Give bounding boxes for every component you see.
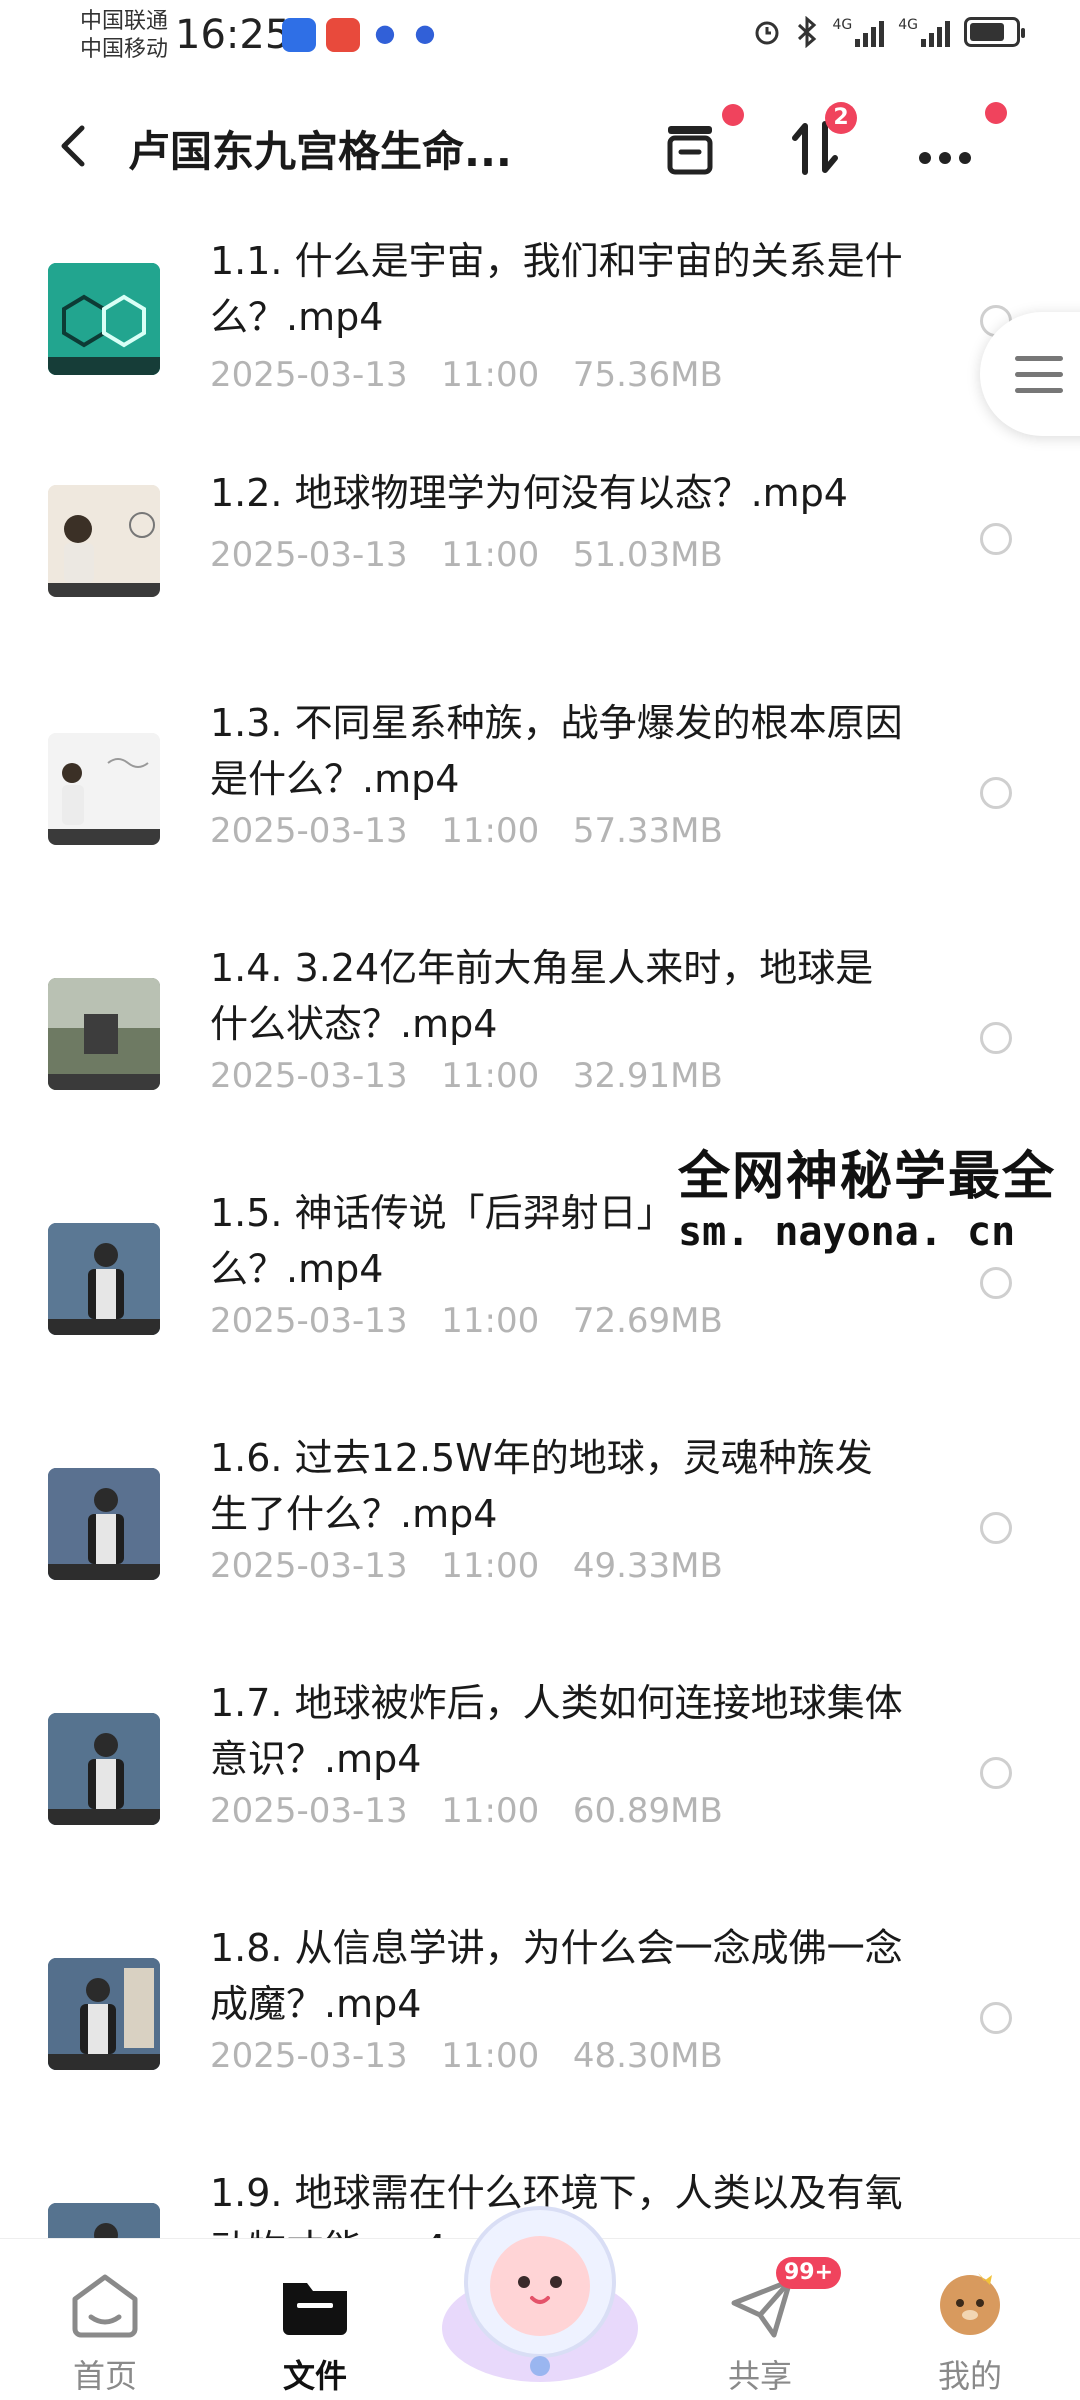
- select-radio[interactable]: [980, 1512, 1012, 1544]
- file-meta: 2025-03-13 11:00 75.36MB: [210, 355, 723, 395]
- app-header: 卢国东九宫格生命... 2: [0, 90, 1080, 200]
- nav-share[interactable]: 99+ 共享: [690, 2257, 842, 2395]
- video-thumbnail: [48, 263, 160, 375]
- signal-1-icon: 4G: [832, 17, 885, 47]
- carrier-info: 中国联通 中国移动: [80, 8, 168, 64]
- avatar-icon: [940, 2273, 1000, 2335]
- more-red-dot: [985, 102, 1007, 124]
- hexagon-logo-icon: [48, 263, 160, 375]
- video-thumbnail: [48, 1958, 160, 2070]
- nav-mine[interactable]: 我的: [900, 2259, 1040, 2395]
- file-meta: 2025-03-13 11:00 72.69MB: [210, 1301, 723, 1341]
- transfer-count-badge: 2: [825, 102, 857, 134]
- more-options-button[interactable]: [905, 102, 1007, 188]
- file-title: 1.3. 不同星系种族，战争爆发的根本原因是什么？.mp4: [210, 701, 903, 801]
- file-title: 1.8. 从信息学讲，为什么会一念成佛一念成魔？.mp4: [210, 1926, 903, 2026]
- select-radio[interactable]: [980, 1757, 1012, 1789]
- file-title: 1.2. 地球物理学为何没有以态？.mp4: [210, 471, 848, 515]
- select-radio[interactable]: [980, 1267, 1012, 1299]
- file-meta: 2025-03-13 11:00 57.33MB: [210, 811, 723, 851]
- file-meta: 2025-03-13 11:00 48.30MB: [210, 2036, 723, 2076]
- nav-home[interactable]: 首页: [35, 2259, 175, 2395]
- back-arrow-icon[interactable]: [50, 118, 100, 174]
- nav-home-label: 首页: [72, 2357, 137, 2395]
- mascot-assistant-icon[interactable]: [432, 2178, 648, 2388]
- archive-icon: [667, 126, 713, 175]
- folder-icon: [283, 2283, 347, 2335]
- file-title: 1.7. 地球被炸后，人类如何连接地球集体意识？.mp4: [210, 1681, 903, 1781]
- file-title: 1.1. 什么是宇宙，我们和宇宙的关系是什么？.mp4: [210, 239, 903, 339]
- carrier-2: 中国移动: [80, 37, 169, 62]
- file-meta: 2025-03-13 11:00 32.91MB: [210, 1056, 723, 1096]
- carrier-1: 中国联通: [80, 9, 169, 34]
- video-thumbnail: [48, 978, 160, 1090]
- notification-icons: ● ●: [282, 18, 440, 52]
- archive-red-dot: [722, 104, 744, 126]
- archive-button[interactable]: [650, 104, 744, 188]
- video-thumbnail: [48, 1713, 160, 1825]
- video-thumbnail: [48, 1468, 160, 1580]
- watermark-line-1: 全网神秘学最全: [678, 1147, 1057, 1207]
- nav-share-label: 共享: [727, 2357, 792, 2395]
- folder-title: 卢国东九宫格生命...: [128, 127, 512, 176]
- file-meta: 2025-03-13 11:00 51.03MB: [210, 535, 723, 575]
- nav-mine-label: 我的: [937, 2357, 1002, 2395]
- watermark-overlay: 全网神秘学最全 sm. nayona. cn: [670, 1128, 1080, 1259]
- select-radio[interactable]: [980, 2002, 1012, 2034]
- baidu-paw-icon-2: ●: [414, 19, 436, 47]
- status-bar: 中国联通 中国移动 16:25 ● ● 4G 4G: [0, 0, 1080, 80]
- watermark-line-2: sm. nayona. cn: [678, 1209, 1016, 1255]
- select-radio[interactable]: [980, 777, 1012, 809]
- status-time: 16:25: [175, 12, 291, 58]
- system-icons: 4G 4G: [752, 16, 1025, 48]
- file-title: 1.6. 过去12.5W年的地球，灵魂种族发生了什么？.mp4: [210, 1436, 873, 1536]
- home-icon: [72, 2274, 138, 2338]
- file-meta: 2025-03-13 11:00 60.89MB: [210, 1791, 723, 1831]
- transfer-button[interactable]: 2: [775, 102, 857, 188]
- video-thumbnail: [48, 485, 160, 597]
- file-meta: 2025-03-13 11:00 49.33MB: [210, 1546, 723, 1586]
- select-radio[interactable]: [980, 1022, 1012, 1054]
- baidu-paw-icon: ●: [374, 19, 396, 47]
- bluetooth-icon: [798, 16, 817, 48]
- video-thumbnail: [48, 1223, 160, 1335]
- app-notification-icon: [282, 18, 316, 52]
- nav-files-label: 文件: [282, 2357, 347, 2395]
- nav-files[interactable]: 文件: [245, 2259, 385, 2395]
- alarm-icon: [755, 21, 779, 45]
- battery-icon: [964, 17, 1025, 47]
- more-dots-icon: [919, 152, 971, 164]
- video-thumbnail: [48, 733, 160, 845]
- file-title: 1.4. 3.24亿年前大角星人来时，地球是什么状态？.mp4: [210, 946, 874, 1046]
- select-radio[interactable]: [980, 523, 1012, 555]
- share-count-badge: 99+: [776, 2257, 842, 2289]
- huawei-notification-icon: [326, 18, 360, 52]
- signal-2-icon: 4G: [898, 17, 950, 47]
